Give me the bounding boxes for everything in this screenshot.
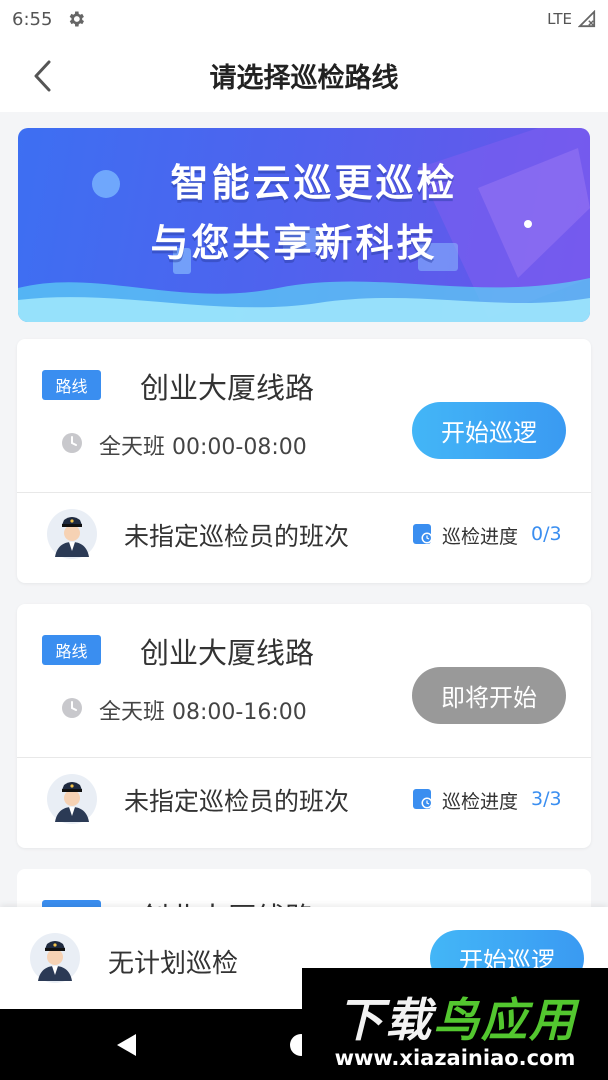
route-card: 路线 创业大厦线路 全天班 08:00-16:00 即将开始 未指定巡检员的班次…	[17, 604, 591, 848]
chevron-left-icon	[34, 60, 51, 92]
clock-icon	[62, 698, 82, 718]
clock-icon	[62, 433, 82, 453]
progress-label: 巡检进度	[442, 526, 519, 548]
page-title: 请选择巡检路线	[209, 62, 399, 94]
nav-back-icon[interactable]	[114, 1032, 140, 1058]
route-name: 创业大厦线路	[140, 636, 315, 670]
assignee-text: 未指定巡检员的班次	[124, 787, 350, 816]
network-type: LTE	[547, 10, 572, 28]
route-name: 创业大厦线路	[140, 371, 315, 405]
status-right: LTE	[547, 10, 596, 28]
watermark-part-2: 鸟应用	[433, 993, 577, 1047]
shift-time: 全天班 08:00-16:00	[99, 700, 307, 725]
start-patrol-button[interactable]: 开始巡逻	[412, 402, 566, 459]
progress-value: 3/3	[531, 788, 562, 810]
progress-icon	[413, 524, 433, 544]
watermark-logo: 下载鸟应用	[310, 984, 604, 1050]
watermark-part-1: 下载	[337, 993, 433, 1047]
assignee-text: 未指定巡检员的班次	[124, 522, 350, 551]
route-card-header: 路线 创业大厦线路 全天班 08:00-16:00 即将开始	[17, 604, 591, 758]
banner-line-1: 智能云巡更巡检	[170, 161, 458, 205]
no-plan-label: 无计划巡检	[108, 949, 239, 979]
route-card: 路线 创业大厦线路 全天班 00:00-08:00 开始巡逻 未指定巡检员的班次…	[17, 339, 591, 583]
status-time: 6:55	[12, 8, 53, 30]
route-card-footer: 未指定巡检员的班次 巡检进度 0/3	[17, 493, 591, 583]
guard-avatar-icon	[47, 774, 97, 824]
watermark-url: www.xiazainiao.com	[334, 1046, 576, 1070]
upcoming-button[interactable]: 即将开始	[412, 667, 566, 724]
route-card-footer: 未指定巡检员的班次 巡检进度 3/3	[17, 758, 591, 848]
route-card-header: 路线 创业大厦线路 全天班 00:00-08:00 开始巡逻	[17, 339, 591, 493]
shift-time: 全天班 00:00-08:00	[99, 435, 307, 460]
guard-avatar-icon	[30, 933, 80, 983]
progress-value: 0/3	[531, 523, 562, 545]
route-tag: 路线	[42, 370, 101, 400]
back-button[interactable]	[22, 56, 62, 96]
status-bar: 6:55 LTE	[0, 0, 608, 38]
gear-icon	[70, 11, 85, 27]
route-tag: 路线	[42, 635, 101, 665]
title-bar: 请选择巡检路线	[0, 38, 608, 112]
progress-label: 巡检进度	[442, 791, 519, 813]
progress-icon	[413, 789, 433, 809]
guard-avatar-icon	[47, 509, 97, 559]
watermark: 下载鸟应用 www.xiazainiao.com	[302, 968, 608, 1080]
promo-banner: 智能云巡更巡检 与您共享新科技	[18, 128, 590, 322]
banner-line-2: 与您共享新科技	[150, 221, 438, 265]
signal-icon	[578, 10, 596, 28]
